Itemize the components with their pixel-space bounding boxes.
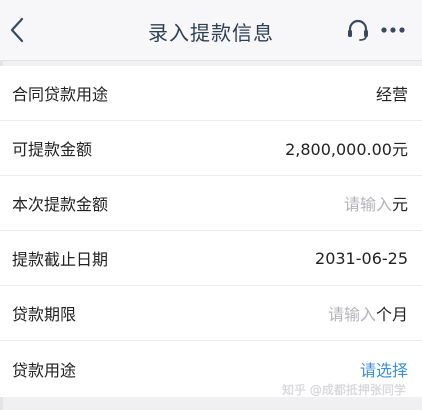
loan-term-field: 请输入 个月 (328, 301, 408, 325)
more-icon (381, 27, 405, 33)
page: 录入提款信息 合同贷款用途 经营 可提款金额 2,800,000.00元 本次提… (0, 0, 422, 410)
watermark: 知乎 @成都抵押张同学 (282, 383, 406, 397)
available-amount-value: 2,800,000.00元 (285, 140, 408, 159)
withdraw-amount-unit: 元 (391, 195, 408, 214)
loan-term-row: 贷款期限 请输入 个月 (0, 286, 422, 341)
headset-icon (348, 19, 368, 41)
deadline-value: 2031-06-25 (315, 248, 408, 268)
withdraw-amount-input[interactable]: 请输入 (344, 191, 392, 215)
available-amount-label: 可提款金额 (12, 140, 93, 159)
loan-purpose-select[interactable]: 请选择 (360, 357, 408, 381)
top-bar: 录入提款信息 (0, 0, 422, 61)
contract-purpose-label: 合同贷款用途 (12, 85, 109, 104)
withdraw-amount-label: 本次提款金额 (12, 195, 109, 214)
deadline-label: 提款截止日期 (12, 250, 109, 269)
loan-term-label: 贷款期限 (12, 305, 77, 324)
contract-purpose-row: 合同贷款用途 经营 (0, 66, 422, 121)
more-button[interactable] (379, 20, 407, 40)
support-button[interactable] (345, 17, 371, 43)
withdraw-amount-row: 本次提款金额 请输入 元 (0, 176, 422, 231)
withdraw-amount-field: 请输入 元 (344, 191, 408, 215)
deadline-row: 提款截止日期 2031-06-25 (0, 231, 422, 286)
contract-purpose-value: 经营 (375, 85, 408, 104)
loan-purpose-label: 贷款用途 (12, 361, 77, 380)
withdrawal-form: 合同贷款用途 经营 可提款金额 2,800,000.00元 本次提款金额 请输入… (0, 66, 422, 397)
loan-term-unit: 个月 (375, 305, 408, 324)
available-amount-row: 可提款金额 2,800,000.00元 (0, 121, 422, 176)
loan-term-input[interactable]: 请输入 (328, 301, 376, 325)
